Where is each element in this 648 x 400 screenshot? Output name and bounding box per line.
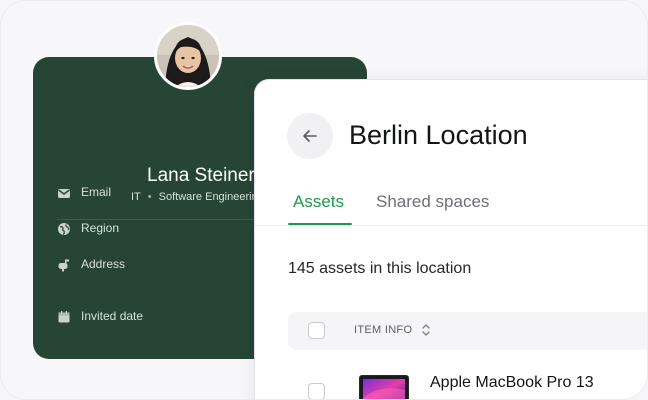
globe-icon [57,222,71,236]
tab-shared-spaces[interactable]: Shared spaces [376,192,489,212]
field-label: Email [81,185,112,199]
select-all-checkbox[interactable] [308,322,325,339]
location-panel: Berlin Location Assets Shared spaces 145… [255,80,647,399]
laptop-image-icon [363,379,405,399]
column-header-item-info[interactable]: ITEM INFO [354,324,412,336]
sort-icon[interactable] [420,322,432,338]
row-checkbox[interactable] [308,383,325,399]
tab-assets[interactable]: Assets [293,192,344,212]
tabs-divider [255,225,647,226]
mailbox-icon [57,258,71,272]
back-button[interactable] [287,113,333,159]
mail-icon [57,186,71,200]
active-tab-indicator [288,223,352,225]
field-label: Invited date [81,309,144,323]
field-label: Address [81,257,126,271]
table-row-product-name[interactable]: Apple MacBook Pro 13 [430,374,594,392]
avatar-photo-icon [157,25,219,87]
field-label: Region [81,221,120,235]
table-header: ITEM INFO [288,312,647,350]
arrow-left-icon [303,130,317,142]
calendar-icon [57,310,71,324]
profile-name: Lana Steiner [147,165,255,186]
page-title: Berlin Location [349,120,528,150]
screenshot-frame: Lana Steiner IT • Software Engineering Ema… [0,0,648,400]
avatar [154,22,222,90]
asset-count: 145 assets in this location [288,260,472,277]
product-image [359,375,409,399]
